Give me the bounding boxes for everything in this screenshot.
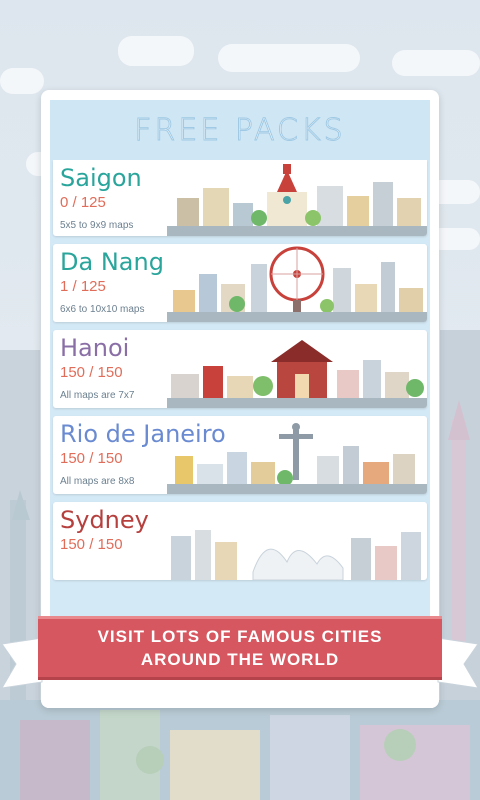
- card-header: FREE PACKS: [50, 100, 430, 160]
- pack-progress: 0 / 125: [60, 194, 106, 211]
- saigon-skyline-illustration: [167, 160, 427, 236]
- promo-banner: VISIT LOTS OF FAMOUS CITIES AROUND THE W…: [0, 614, 480, 694]
- pack-progress: 1 / 125: [60, 278, 106, 295]
- banner-line-1: VISIT LOTS OF FAMOUS CITIES: [98, 625, 383, 648]
- hanoi-skyline-illustration: [167, 330, 427, 408]
- pack-name: Da Nang: [60, 248, 164, 276]
- pack-item-sydney[interactable]: Sydney 150 / 150: [53, 502, 427, 580]
- pack-item-saigon[interactable]: Saigon 0 / 125 5x5 to 9x9 maps: [53, 160, 427, 236]
- banner-line-2: AROUND THE WORLD: [141, 648, 339, 671]
- pack-progress: 150 / 150: [60, 536, 123, 553]
- pack-meta: All maps are 8x8: [60, 476, 134, 487]
- pack-name: Sydney: [60, 506, 149, 534]
- rio-skyline-illustration: [167, 416, 427, 494]
- pack-item-hanoi[interactable]: Hanoi 150 / 150 All maps are 7x7: [53, 330, 427, 408]
- pack-progress: 150 / 150: [60, 364, 123, 381]
- pack-meta: All maps are 7x7: [60, 390, 134, 401]
- pack-meta: 5x5 to 9x9 maps: [60, 220, 133, 231]
- pack-progress: 150 / 150: [60, 450, 123, 467]
- pack-name: Hanoi: [60, 334, 129, 362]
- pack-item-da-nang[interactable]: Da Nang 1 / 125 6x6 to 10x10 maps: [53, 244, 427, 322]
- sydney-skyline-illustration: [167, 502, 427, 580]
- da-nang-skyline-illustration: [167, 244, 427, 322]
- pack-meta: 6x6 to 10x10 maps: [60, 304, 145, 315]
- pack-name: Saigon: [60, 164, 142, 192]
- banner-ribbon: VISIT LOTS OF FAMOUS CITIES AROUND THE W…: [38, 616, 442, 680]
- pack-item-rio-de-janeiro[interactable]: Rio de Janeiro 150 / 150 All maps are 8x…: [53, 416, 427, 494]
- page-title: FREE PACKS: [134, 113, 345, 148]
